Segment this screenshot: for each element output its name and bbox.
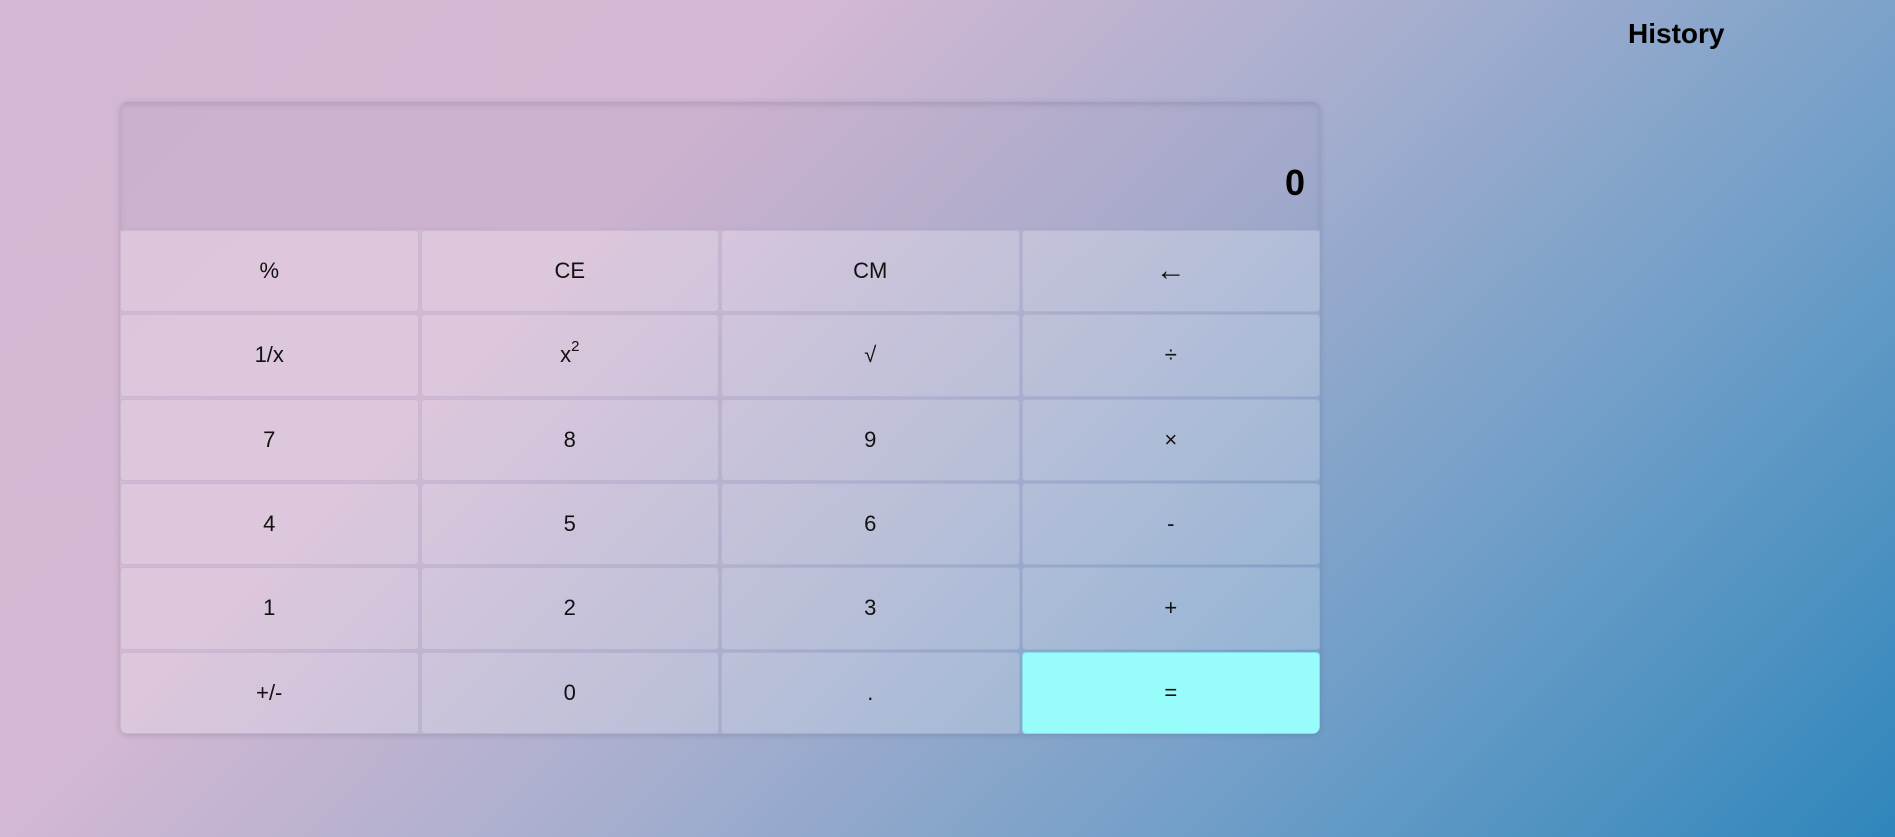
negate-button[interactable]: +/- (120, 651, 419, 734)
square-root-button[interactable]: √ (721, 314, 1020, 397)
keypad: % CE CM ← 1/x x2 √ ÷ 7 8 9 × 4 5 6 - 1 2… (120, 230, 1320, 734)
digit-4-button[interactable]: 4 (120, 483, 419, 566)
multiply-button[interactable]: × (1021, 398, 1320, 481)
clear-memory-button[interactable]: CM (721, 230, 1020, 313)
subtract-button[interactable]: - (1021, 483, 1320, 566)
digit-1-button[interactable]: 1 (120, 567, 419, 650)
square-button[interactable]: x2 (420, 314, 719, 397)
display-value: 0 (1284, 162, 1305, 203)
square-exponent-label: 2 (571, 337, 580, 355)
backspace-button[interactable]: ← (1021, 230, 1320, 313)
reciprocal-button[interactable]: 1/x (120, 314, 419, 397)
divide-button[interactable]: ÷ (1021, 314, 1320, 397)
digit-3-button[interactable]: 3 (721, 567, 1020, 650)
digit-0-button[interactable]: 0 (420, 651, 719, 734)
digit-7-button[interactable]: 7 (120, 398, 419, 481)
square-base-label: x (560, 342, 572, 368)
display: 0 (120, 102, 1320, 230)
add-button[interactable]: + (1021, 567, 1320, 650)
backspace-arrow-icon: ← (1155, 254, 1186, 288)
decimal-button[interactable]: . (721, 651, 1020, 734)
digit-5-button[interactable]: 5 (420, 483, 719, 566)
clear-entry-button[interactable]: CE (420, 230, 719, 313)
digit-6-button[interactable]: 6 (721, 483, 1020, 566)
percent-button[interactable]: % (120, 230, 419, 313)
calculator: 0 % CE CM ← 1/x x2 √ ÷ 7 8 9 × 4 5 6 - 1… (120, 102, 1320, 734)
digit-8-button[interactable]: 8 (420, 398, 719, 481)
digit-9-button[interactable]: 9 (721, 398, 1020, 481)
equals-button[interactable]: = (1021, 651, 1320, 734)
digit-2-button[interactable]: 2 (420, 567, 719, 650)
history-title: History (1628, 18, 1725, 49)
